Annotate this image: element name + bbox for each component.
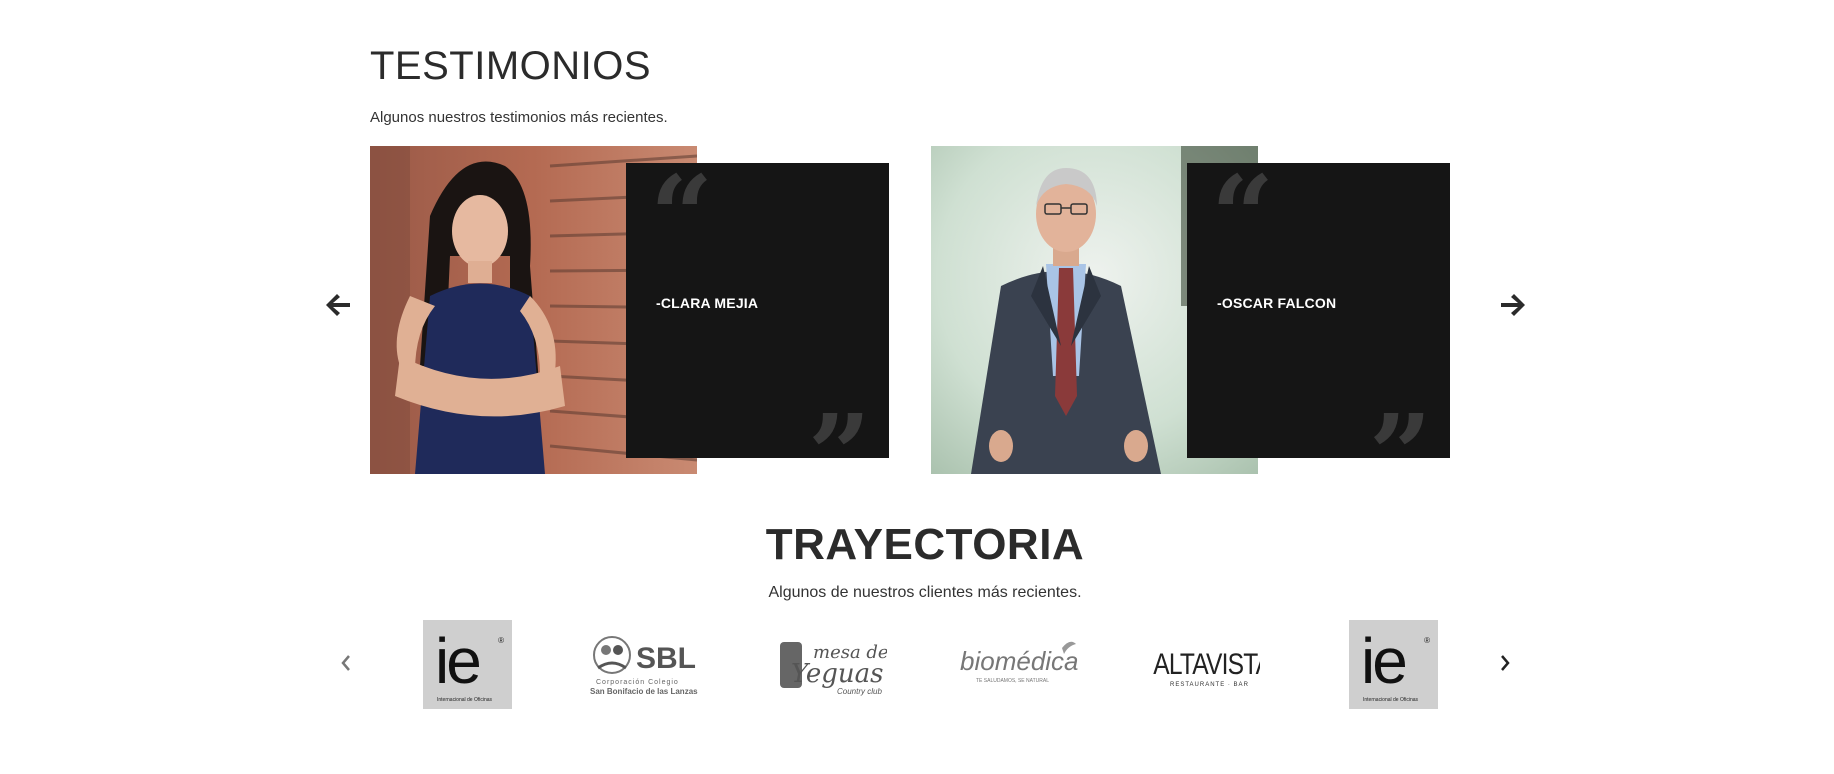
quote-open-icon: “: [650, 151, 714, 280]
client-logo-altavista: ALTAVISTA RESTAURANTE · BAR: [1150, 620, 1260, 710]
client-logo-mesa-de-yeguas: mesa de Yeguas Country club: [777, 620, 887, 710]
svg-text:TE SALUDAMOS, SE NATURAL: TE SALUDAMOS, SE NATURAL: [976, 678, 1049, 684]
logo-ie-mark: ie: [1361, 625, 1408, 697]
quote-close-icon: ”: [807, 390, 871, 519]
testimonial-card: “ -CLARA MEJIA ”: [370, 146, 892, 510]
client-logo-ie: ie ® Internacional de Oficinas: [423, 620, 512, 709]
chevron-left-icon: [341, 655, 350, 671]
next-testimonial-button[interactable]: [1498, 290, 1528, 320]
logo-ie-mark: ie: [435, 625, 482, 697]
svg-text:Corporación Colegio: Corporación Colegio: [596, 679, 679, 686]
registered-icon: ®: [1424, 636, 1430, 645]
svg-text:biomédica: biomédica: [960, 646, 1078, 676]
testimonial-author: -CLARA MEJIA: [656, 295, 759, 311]
quote-open-icon: “: [1211, 151, 1275, 280]
clients-title: TRAYECTORIA: [765, 520, 1085, 569]
registered-icon: ®: [498, 636, 504, 645]
page: TESTIMONIOS Algunos nuestros testimonios…: [0, 0, 1834, 774]
prev-logo-button[interactable]: [338, 652, 354, 674]
logo-ie-caption: Internacional de Oficinas: [437, 697, 493, 703]
testimonials-subtitle: Algunos nuestros testimonios más recient…: [370, 109, 668, 126]
testimonial-card: “ -OSCAR FALCON ”: [931, 146, 1453, 510]
client-logo-biomedica: biomédica TE SALUDAMOS, SE NATURAL: [958, 620, 1078, 710]
quote-close-icon: ”: [1368, 390, 1432, 519]
testimonial-author: -OSCAR FALCON: [1217, 295, 1337, 311]
testimonials-title: TESTIMONIOS: [370, 44, 652, 88]
svg-text:Yeguas: Yeguas: [791, 659, 884, 689]
prev-testimonial-button[interactable]: [323, 290, 353, 320]
quote-box: “ -CLARA MEJIA ”: [626, 151, 889, 510]
svg-text:ALTAVISTA: ALTAVISTA: [1153, 647, 1260, 681]
client-logo-sbl: SBL Corporación Colegio San Bonifacio de…: [588, 620, 708, 710]
arrow-right-icon: [1501, 294, 1525, 316]
client-logo-ie: ie ® Internacional de Oficinas: [1349, 620, 1438, 709]
svg-text:RESTAURANTE · BAR: RESTAURANTE · BAR: [1170, 682, 1249, 688]
logo-ie-caption: Internacional de Oficinas: [1363, 697, 1419, 703]
chevron-right-icon: [1501, 655, 1510, 671]
svg-text:San Bonifacio de las Lanzas: San Bonifacio de las Lanzas: [590, 687, 698, 696]
clients-subtitle: Algunos de nuestros clientes más recient…: [768, 584, 1082, 601]
svg-text:Country club: Country club: [837, 687, 882, 696]
next-logo-button[interactable]: [1497, 652, 1513, 674]
logo-sbl-mark: SBL: [636, 642, 696, 675]
arrow-left-icon: [326, 294, 350, 316]
quote-box: “ -OSCAR FALCON ”: [1187, 151, 1450, 510]
